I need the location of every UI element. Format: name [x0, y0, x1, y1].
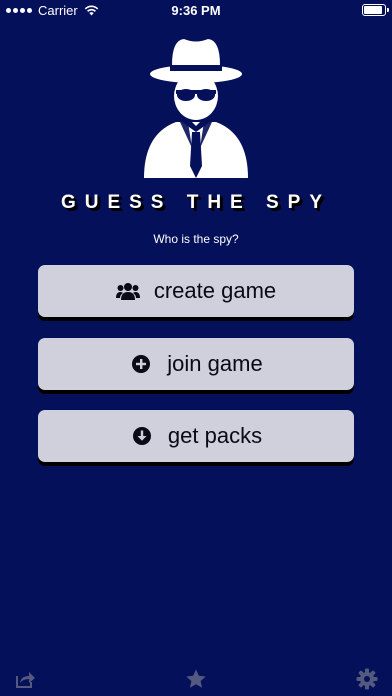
download-circle-icon — [130, 424, 154, 448]
create-game-button[interactable]: create game — [38, 265, 354, 317]
join-game-label: join game — [167, 351, 263, 376]
share-icon[interactable] — [14, 668, 36, 690]
battery-icon — [362, 4, 389, 16]
status-right — [362, 4, 389, 16]
star-icon[interactable] — [185, 668, 207, 690]
get-packs-button[interactable]: get packs — [38, 410, 354, 462]
group-icon — [115, 279, 140, 303]
join-game-button[interactable]: join game — [38, 338, 354, 390]
gear-icon[interactable] — [356, 668, 378, 690]
create-game-label: create game — [153, 278, 277, 303]
plus-circle-icon — [129, 352, 153, 376]
status-time: 9:36 PM — [171, 3, 221, 18]
app-subtitle: Who is the spy? — [153, 232, 239, 246]
spy-logo-icon — [144, 39, 248, 178]
get-packs-label: get packs — [167, 423, 263, 448]
app-title: GUESS THE SPY — [60, 192, 332, 213]
status-bar: Carrier 9:36 PM — [0, 0, 392, 20]
